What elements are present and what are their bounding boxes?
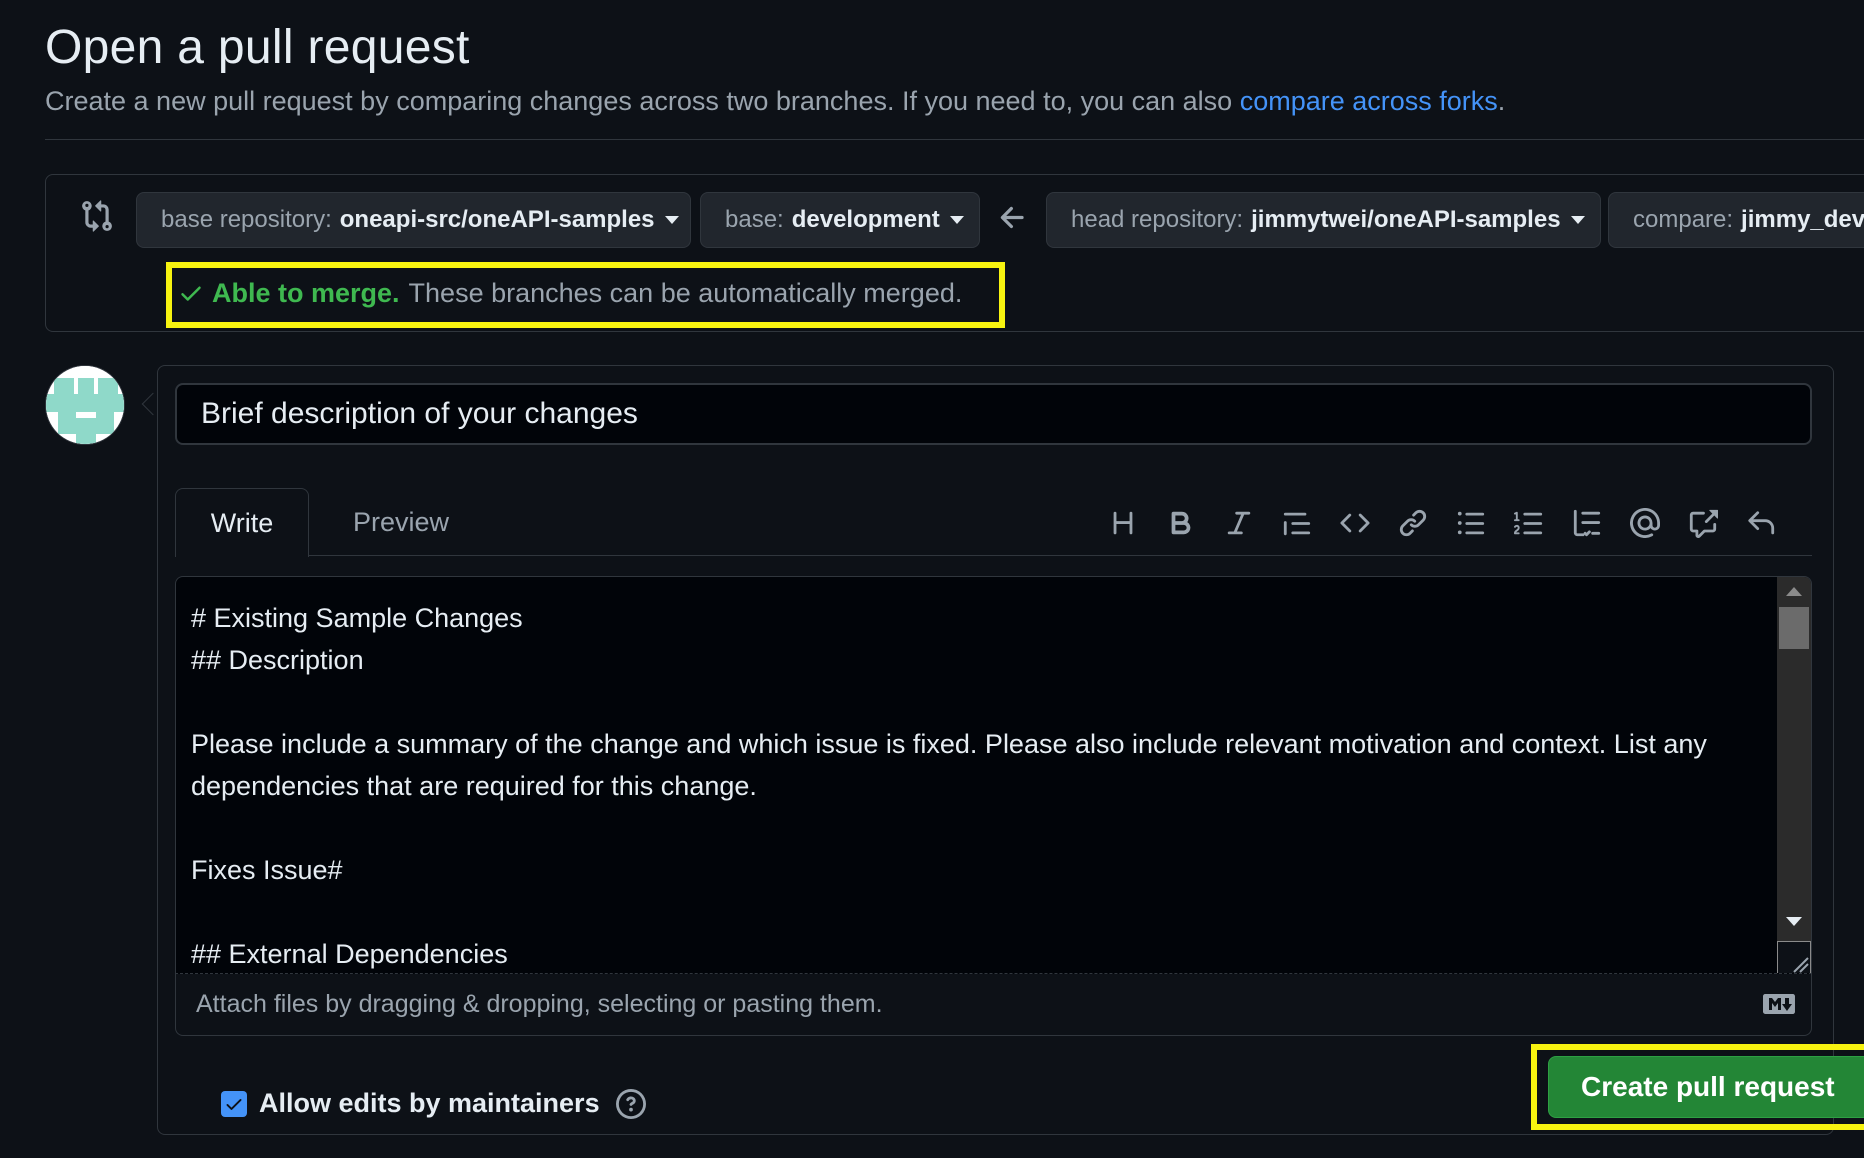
merge-ok-text: Able to merge. bbox=[212, 277, 400, 308]
resize-handle-icon[interactable] bbox=[1777, 941, 1811, 973]
reply-icon[interactable] bbox=[1732, 498, 1790, 548]
scrollbar[interactable] bbox=[1777, 577, 1811, 973]
chevron-down-icon bbox=[949, 216, 964, 224]
body-textarea[interactable]: # Existing Sample Changes ## Description… bbox=[175, 576, 1812, 974]
create-pull-request-group: Create pull request bbox=[1548, 1056, 1864, 1118]
question-icon[interactable] bbox=[615, 1088, 646, 1119]
allow-edits-label[interactable]: Allow edits by maintainers bbox=[259, 1088, 600, 1119]
subtitle-end: . bbox=[1497, 86, 1506, 116]
git-compare-icon bbox=[82, 200, 112, 232]
editor-tabs: Write Preview bbox=[175, 478, 1812, 557]
body-text[interactable]: # Existing Sample Changes ## Description… bbox=[191, 597, 1761, 973]
merge-status-text: These branches can be automatically merg… bbox=[408, 277, 963, 308]
link-icon[interactable] bbox=[1384, 498, 1442, 548]
subtitle-text: Create a new pull request by comparing c… bbox=[45, 86, 1240, 116]
compare-branch-value: jimmy_deve bbox=[1741, 206, 1864, 233]
base-branch-value: development bbox=[791, 206, 940, 233]
cross-reference-icon[interactable] bbox=[1674, 498, 1732, 548]
base-branch-select[interactable]: base: development bbox=[700, 192, 980, 248]
bold-icon[interactable] bbox=[1152, 498, 1210, 548]
chevron-down-icon bbox=[1570, 216, 1585, 224]
scroll-up-arrow-icon[interactable] bbox=[1786, 587, 1802, 596]
mention-icon[interactable] bbox=[1616, 498, 1674, 548]
page-subtitle: Create a new pull request by comparing c… bbox=[45, 86, 1505, 117]
header-divider bbox=[45, 139, 1864, 140]
scroll-down-arrow-icon[interactable] bbox=[1786, 917, 1802, 926]
heading-icon[interactable] bbox=[1094, 498, 1152, 548]
head-repository-value: jimmytwei/oneAPI-samples bbox=[1251, 206, 1561, 233]
compare-box: base repository: oneapi-src/oneAPI-sample… bbox=[45, 174, 1864, 332]
chevron-down-icon bbox=[664, 216, 679, 224]
identicon bbox=[46, 366, 124, 444]
task-list-icon[interactable] bbox=[1558, 498, 1616, 548]
ordered-list-icon[interactable] bbox=[1500, 498, 1558, 548]
page: Open a pull request Create a new pull re… bbox=[45, 0, 1864, 1158]
pull-request-form: Write Preview bbox=[157, 365, 1864, 1135]
avatar[interactable] bbox=[45, 365, 125, 445]
attach-files-text: Attach files by dragging & dropping, sel… bbox=[196, 990, 883, 1018]
merge-status: Able to merge. These branches can be aut… bbox=[178, 271, 962, 315]
markdown-icon[interactable] bbox=[1763, 994, 1795, 1014]
base-branch-label: base: bbox=[725, 206, 784, 233]
head-repository-select[interactable]: head repository: jimmytwei/oneAPI-samples bbox=[1046, 192, 1601, 248]
page-title: Open a pull request bbox=[45, 21, 470, 74]
tab-preview[interactable]: Preview bbox=[329, 488, 473, 557]
italic-icon[interactable] bbox=[1210, 498, 1268, 548]
title-input[interactable] bbox=[175, 383, 1812, 445]
compare-branch-select[interactable]: compare: jimmy_deve bbox=[1608, 192, 1864, 248]
allow-edits-checkbox[interactable] bbox=[221, 1090, 247, 1117]
check-icon bbox=[181, 286, 201, 301]
tab-write[interactable]: Write bbox=[175, 488, 309, 557]
compare-across-forks-link[interactable]: compare across forks bbox=[1240, 86, 1498, 116]
unordered-list-icon[interactable] bbox=[1442, 498, 1500, 548]
base-repository-label: base repository: bbox=[161, 206, 332, 233]
quote-icon[interactable] bbox=[1268, 498, 1326, 548]
arrow-left-icon bbox=[1000, 206, 1024, 229]
markdown-toolbar bbox=[1094, 498, 1790, 548]
create-pull-request-button[interactable]: Create pull request bbox=[1548, 1056, 1864, 1118]
base-repository-value: oneapi-src/oneAPI-samples bbox=[339, 206, 655, 233]
base-repository-select[interactable]: base repository: oneapi-src/oneAPI-sample… bbox=[136, 192, 691, 248]
compare-branch-label: compare: bbox=[1633, 206, 1734, 233]
head-repository-label: head repository: bbox=[1071, 206, 1244, 233]
allow-edits-row: Allow edits by maintainers bbox=[221, 1088, 646, 1119]
attach-files-bar[interactable]: Attach files by dragging & dropping, sel… bbox=[175, 974, 1812, 1036]
code-icon[interactable] bbox=[1326, 498, 1384, 548]
checkmark-icon bbox=[226, 1098, 242, 1110]
scroll-thumb[interactable] bbox=[1779, 607, 1809, 649]
